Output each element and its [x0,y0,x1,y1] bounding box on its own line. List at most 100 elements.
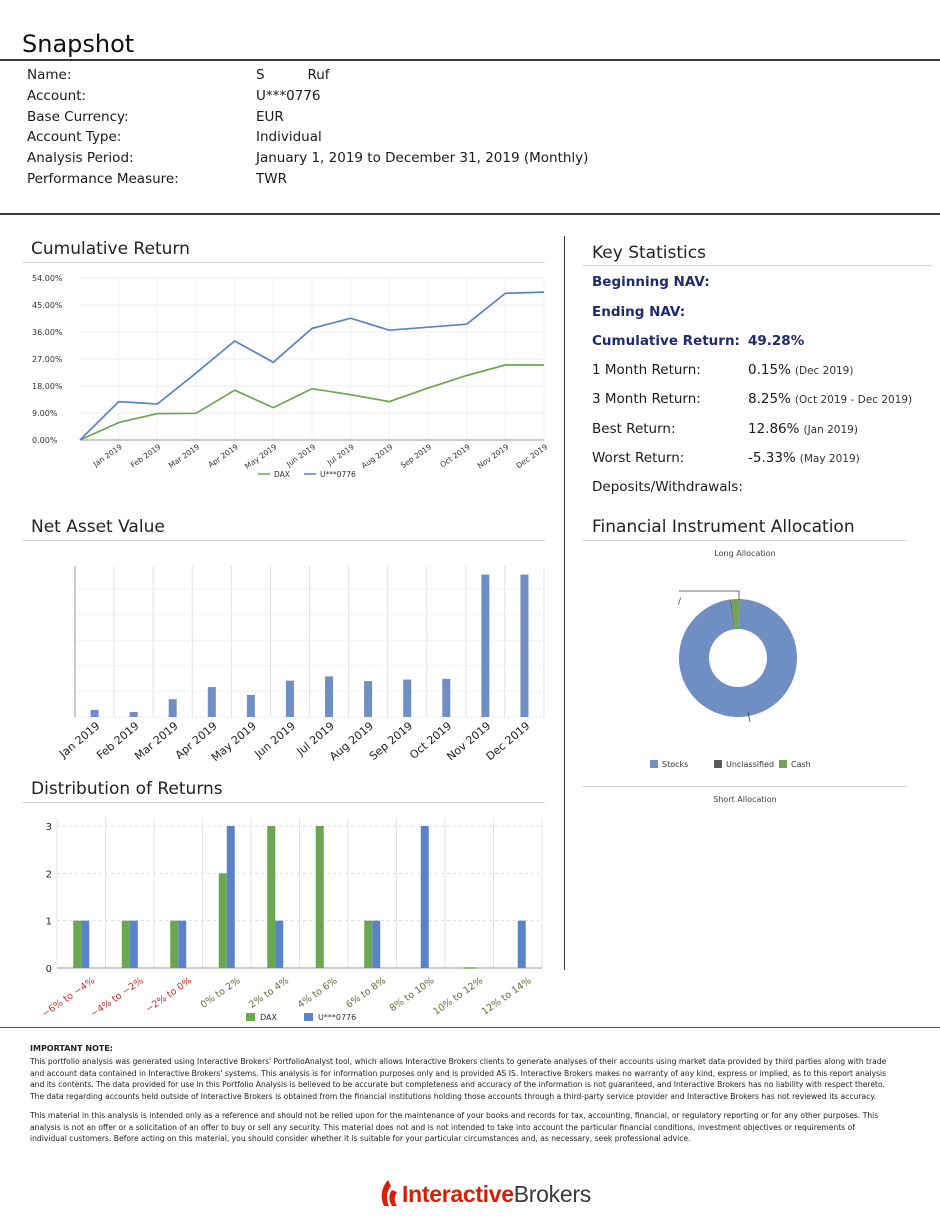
account-type-label: Account Type: [27,129,122,145]
worst-return-period: (May 2019) [799,453,860,465]
important-note-title: IMPORTANT NOTE: [30,1044,113,1053]
best-return-value: 12.86% [748,421,800,437]
interactive-brokers-logo: Interactive Brokers [380,1176,591,1212]
page-title: Snapshot [22,30,135,58]
short-allocation-title: Short Allocation [713,795,776,804]
cumulative-x-tick-label: Mar 2019 [167,442,202,470]
account-type-value: Individual [256,129,322,145]
net-asset-value-rule [22,540,545,541]
account-value: U***0776 [256,88,321,104]
allocation-title: Financial Instrument Allocation [592,517,855,537]
cumulative-x-tick-label: Aug 2019 [360,442,395,470]
allocation-legend-swatch [779,760,787,768]
distribution-rule [22,802,545,803]
important-note: IMPORTANT NOTE: This portfolio analysis … [30,1043,890,1153]
nav-bar [129,712,138,717]
distribution-bar [364,920,373,968]
brand-word-brokers: Brokers [513,1180,591,1207]
distribution-bar [372,920,381,968]
footer-rule [0,1027,940,1028]
distribution-bar [517,920,526,968]
nav-bar [246,694,255,717]
distribution-bar [73,920,82,968]
distribution-y-tick-label: 3 [46,822,52,833]
name-value: S Ruf [256,67,330,83]
cumulative-y-tick-label: 45.00% [32,301,63,310]
distribution-x-tick-label: 0% to 2% [199,975,243,1010]
key-statistics-title: Key Statistics [592,243,706,263]
allocation-legend-swatch [650,760,658,768]
ending-nav-label: Ending NAV: [592,304,686,320]
distribution-bar [81,920,90,968]
one-month-return: 0.15% (Dec 2019) [748,362,853,378]
name-label: Name: [27,67,72,83]
distribution-x-tick-label: 6% to 8% [344,975,388,1010]
distribution-bar [121,920,130,968]
nav-bar [207,687,216,717]
allocation-legend-label: Stocks [662,760,688,769]
distribution-bar [218,873,227,968]
key-statistics-rule [582,265,932,266]
cumulative-x-tick-label: Feb 2019 [129,442,163,469]
cumulative-x-tick-label: May 2019 [243,442,279,471]
allocation-legend-label: Unclassified [726,760,774,769]
cumulative-y-tick-label: 36.00% [32,328,63,337]
cumulative-y-tick-label: 27.00% [32,355,63,364]
net-asset-value-title: Net Asset Value [31,517,165,537]
nav-bar [325,676,334,717]
important-note-paragraph-1: This portfolio analysis was generated us… [30,1057,887,1101]
distribution-bar [129,920,138,968]
distribution-x-tick-label: −4% to −2% [89,975,146,1019]
column-divider [564,236,565,970]
allocation-legend-label: Cash [791,760,811,769]
cumulative-x-tick-label: Jul 2019 [325,442,356,468]
distribution-title: Distribution of Returns [31,779,223,799]
distribution-x-tick-label: 8% to 10% [388,975,437,1014]
best-return-period: (Jan 2019) [803,424,858,436]
base-currency-value: EUR [256,109,284,125]
net-asset-value-chart: Jan 2019Feb 2019Mar 2019Apr 2019May 2019… [56,566,545,764]
cumulative-return-rule [22,262,545,263]
allocation-bottom-rule [582,786,907,787]
distribution-legend-swatch [304,1013,313,1021]
distribution-bar [178,920,187,968]
distribution-bar [420,826,429,968]
distribution-x-tick-label: 2% to 4% [247,975,291,1010]
header-rule [0,59,940,61]
three-month-return: 8.25% (Oct 2019 - Dec 2019) [748,391,912,407]
cumulative-x-tick-label: Jan 2019 [91,442,124,469]
brand-flame-icon [381,1180,397,1206]
allocation-chart: Long Allocation / Stocks Unclassified Cash Sh… [650,549,811,804]
nav-bar [403,679,412,717]
distribution-chart: 0 1 2 3 −6% to −4%−4% to −2%−2% to 0% 0% to 2… [40,818,543,1022]
distribution-y-tick-label: 0 [46,964,52,975]
nav-x-tick-label: Mar 2019 [132,719,180,763]
worst-return-value: -5.33% [748,450,796,466]
worst-return: -5.33% (May 2019) [748,450,860,466]
nav-bar [364,681,373,717]
long-allocation-title: Long Allocation [714,549,775,558]
distribution-bar [315,826,324,968]
three-month-return-period: (Oct 2019 - Dec 2019) [794,394,913,406]
nav-x-tick-label: Sep 2019 [367,719,415,763]
allocation-rule [582,540,907,541]
brand-word-interactive: Interactive [402,1180,514,1207]
one-month-return-period: (Dec 2019) [794,365,854,377]
nav-bar [442,678,451,717]
distribution-legend-label: U***0776 [318,1013,356,1022]
deposits-withdrawals-label: Deposits/Withdrawals: [592,479,743,495]
three-month-return-label: 3 Month Return: [592,391,701,407]
cumulative-y-tick-label: 0.00% [32,436,58,445]
base-currency-label: Base Currency: [27,109,129,125]
distribution-y-tick-label: 2 [46,869,52,880]
info-rule [0,213,940,215]
nav-bar [520,574,529,717]
allocation-legend-swatch [714,760,722,768]
nav-bar [168,699,177,717]
analysis-period-value: January 1, 2019 to December 31, 2019 (Mo… [256,150,589,166]
analysis-period-label: Analysis Period: [27,150,134,166]
three-month-return-value: 8.25% [748,391,791,407]
nav-bar [285,680,294,717]
nav-x-tick-label: Jun 2019 [251,719,297,761]
cumulative-x-tick-label: Jun 2019 [284,442,317,469]
